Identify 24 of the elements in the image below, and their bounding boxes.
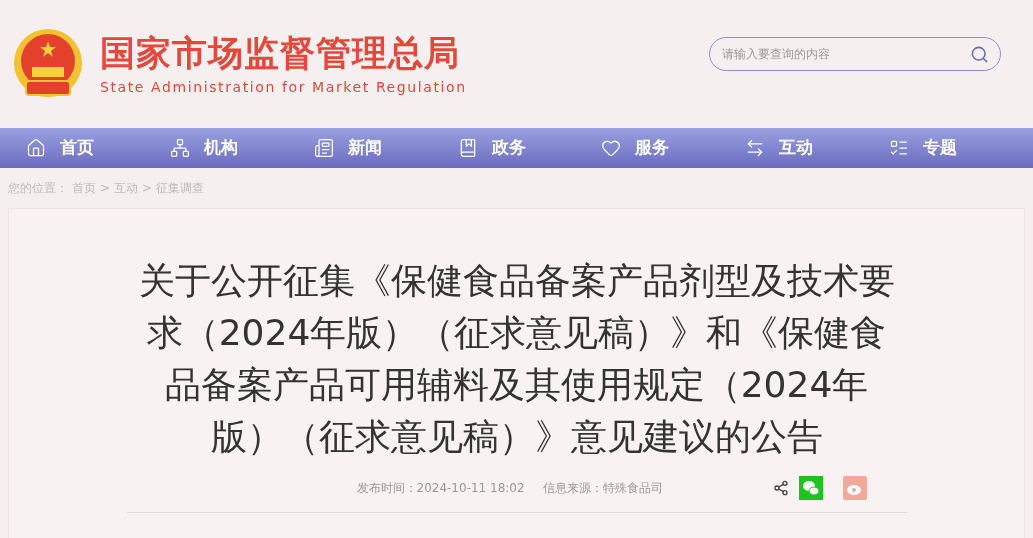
nav-item[interactable]: 机构: [169, 135, 314, 161]
site-title: 国家市场监督管理总局: [100, 32, 461, 75]
home-icon: [26, 138, 46, 158]
breadcrumb-link[interactable]: 征集调查: [156, 179, 205, 197]
chat-bubbles-icon[interactable]: [798, 475, 823, 500]
nav-item[interactable]: 互动: [745, 135, 890, 161]
search-field[interactable]: 请输入要查询的内容: [709, 37, 1001, 71]
article-title: 关于公开征集《保健食品备案产品剂型及技术要求（2024年版）（征求意见稿）》和《保健食品备案产品可用辅料及其使用规定（2024年版）（征求意见稿）》意见建议的公告: [137, 259, 896, 459]
heart-icon: [601, 138, 622, 158]
nav-item[interactable]: 首页: [26, 135, 170, 161]
share-icon[interactable]: [772, 479, 789, 496]
publish-time: 发布时间：2024-10-11 18:02: [356, 479, 525, 497]
newspaper-icon: [313, 138, 334, 158]
nav-item[interactable]: 政务: [457, 135, 602, 161]
search-icon[interactable]: [970, 45, 989, 64]
hierarchy-icon: [169, 138, 190, 158]
nav-item[interactable]: 专题: [889, 135, 1033, 161]
info-source: 信息来源：特殊食品司: [542, 479, 663, 497]
breadcrumb-separator: >: [100, 180, 111, 197]
breadcrumb-link[interactable]: 首页: [72, 179, 96, 197]
nav-item[interactable]: 新闻: [313, 135, 458, 161]
nav-item[interactable]: 服务: [601, 135, 746, 161]
breadcrumb-separator: >: [142, 180, 153, 197]
site-subtitle: State Administration for Market Regulation: [100, 78, 467, 97]
